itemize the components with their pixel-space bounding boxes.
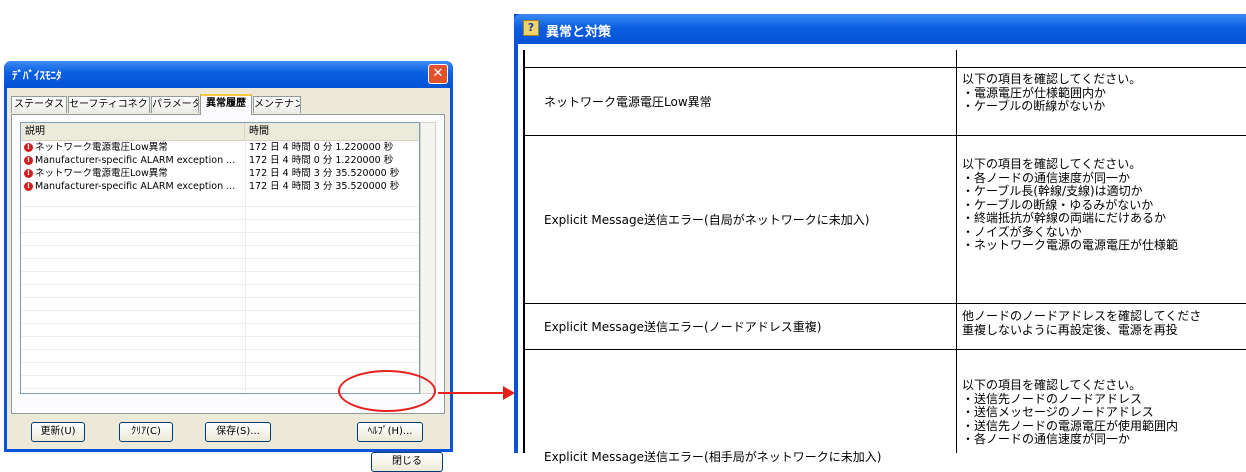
check-line: 他ノードのノードアドレスを確認してくださ bbox=[962, 310, 1202, 323]
error-countermeasure-table: ネットワーク電源電圧Low異常 以下の項目を確認してください。 ・電源電圧が仕様… bbox=[523, 50, 1246, 464]
tab-error-history[interactable]: 異常履歴 bbox=[200, 94, 252, 115]
check-line: ・終端抵抗が幹線の両端にだけあるか bbox=[962, 211, 1167, 225]
check-line: ・各ノードの通信速度が同一か bbox=[962, 432, 1131, 446]
error-history-list[interactable]: 説明 時間 ! ネットワーク電源電圧Low異常 172 日 4 時間 0 分 1.… bbox=[20, 122, 420, 394]
help-titlebar[interactable]: ? 異常と対策 bbox=[514, 14, 1246, 44]
check-cell: 以下の項目を確認してください。 ・電源電圧が仕様範囲内か ・ケーブルの断線がない… bbox=[962, 73, 1232, 114]
column-header-time[interactable]: 時間 bbox=[245, 123, 419, 140]
cause-cell: Explicit Message送信エラー(相手局がネットワークに未加入) bbox=[544, 450, 882, 464]
vertical-scrollbar[interactable] bbox=[420, 122, 436, 394]
error-icon: ! bbox=[24, 182, 33, 191]
row-time: 172 日 4 時間 0 分 1.220000 秒 bbox=[249, 142, 394, 153]
check-line: 以下の項目を確認してください。 bbox=[962, 158, 1142, 171]
cause-cell: Explicit Message送信エラー(自局がネットワークに未加入) bbox=[544, 213, 870, 227]
error-history-panel: 説明 時間 ! ネットワーク電源電圧Low異常 172 日 4 時間 0 分 1.… bbox=[11, 114, 445, 414]
check-line: ・送信先ノードの電源電圧が使用範囲内 bbox=[962, 418, 1179, 433]
check-line: 重複しないように再設定後、電源を再投 bbox=[962, 322, 1178, 337]
arrow-line bbox=[438, 392, 504, 394]
check-cell: 以下の項目を確認してください。 ・各ノードの通信速度が同一か ・ケーブル長(幹線… bbox=[962, 158, 1232, 253]
list-header: 説明 時間 bbox=[21, 123, 419, 141]
help-title: 異常と対策 bbox=[546, 25, 612, 40]
check-line: ・ネットワーク電源の電源電圧が仕様範 bbox=[962, 238, 1179, 252]
error-icon: ! bbox=[24, 169, 33, 178]
row-description: ネットワーク電源電圧Low異常 bbox=[35, 142, 168, 153]
tab-status[interactable]: ステータス bbox=[11, 96, 67, 113]
row-time: 172 日 4 時間 0 分 1.220000 秒 bbox=[249, 155, 394, 166]
close-button[interactable]: 閉じる bbox=[371, 452, 443, 472]
highlight-circle bbox=[338, 370, 436, 412]
check-line: ・ノイズが多くないか bbox=[962, 224, 1082, 239]
tab-safety-connection[interactable]: セーフティコネクション bbox=[68, 96, 150, 113]
check-cell: 以下の項目を確認してください。 ・送信先ノードのノードアドレス ・送信メッセージ… bbox=[962, 379, 1232, 447]
check-line: ・送信先ノードのノードアドレス bbox=[962, 391, 1143, 406]
row-description: ネットワーク電源電圧Low異常 bbox=[35, 168, 168, 179]
check-line: ・電源電圧が仕様範囲内か bbox=[962, 85, 1107, 100]
save-button[interactable]: 保存(S)... bbox=[205, 422, 271, 442]
check-line: 以下の項目を確認してください。 bbox=[962, 379, 1142, 392]
tab-maintenance[interactable]: メンテナンス bbox=[253, 96, 301, 113]
row-time: 172 日 4 時間 3 分 35.520000 秒 bbox=[249, 168, 400, 179]
dialog-title: ﾃﾞﾊﾞｲｽﾓﾆﾀ bbox=[12, 69, 62, 82]
help-window: ? 異常と対策 ネットワーク電源電圧Low異常 以下の項目を確認してください。 … bbox=[514, 14, 1246, 464]
check-line: ・ケーブルの断線がないか bbox=[962, 99, 1106, 113]
row-description: Manufacturer-specific ALARM exception ..… bbox=[35, 181, 236, 192]
check-line: ・ケーブル長(幹線/支線)は適切か bbox=[962, 184, 1143, 198]
cause-cell: Explicit Message送信エラー(ノードアドレス重複) bbox=[544, 320, 822, 334]
check-line: 以下の項目を確認してください。 bbox=[962, 73, 1142, 86]
help-button[interactable]: ﾍﾙﾌﾟ(H)... bbox=[357, 422, 423, 442]
cause-cell: ネットワーク電源電圧Low異常 bbox=[544, 95, 712, 109]
table-row[interactable]: ! ネットワーク電源電圧Low異常 172 日 4 時間 3 分 35.52000… bbox=[21, 167, 419, 180]
tab-parameter[interactable]: パラメータ bbox=[151, 96, 199, 113]
close-icon[interactable]: ✕ bbox=[428, 64, 448, 84]
error-icon: ! bbox=[24, 156, 33, 165]
row-time: 172 日 4 時間 3 分 35.520000 秒 bbox=[249, 181, 400, 192]
check-line: ・各ノードの通信速度が同一か bbox=[962, 170, 1131, 185]
check-line: ・送信メッセージのノードアドレス bbox=[962, 405, 1154, 419]
table-row[interactable]: ! ネットワーク電源電圧Low異常 172 日 4 時間 0 分 1.220000… bbox=[21, 141, 419, 154]
dialog-titlebar[interactable]: ﾃﾞﾊﾞｲｽﾓﾆﾀ ✕ bbox=[4, 61, 453, 88]
table-row[interactable]: ! Manufacturer-specific ALARM exception .… bbox=[21, 154, 419, 167]
column-header-description[interactable]: 説明 bbox=[21, 123, 245, 140]
table-row[interactable]: ! Manufacturer-specific ALARM exception .… bbox=[21, 180, 419, 193]
refresh-button[interactable]: 更新(U) bbox=[31, 422, 85, 442]
help-book-icon: ? bbox=[523, 20, 539, 36]
clear-button[interactable]: ｸﾘｱ(C) bbox=[119, 422, 173, 442]
check-cell: 他ノードのノードアドレスを確認してくださ 重複しないように再設定後、電源を再投 bbox=[962, 310, 1232, 337]
error-icon: ! bbox=[24, 143, 33, 152]
row-description: Manufacturer-specific ALARM exception ..… bbox=[35, 155, 236, 166]
help-body: ネットワーク電源電圧Low異常 以下の項目を確認してください。 ・電源電圧が仕様… bbox=[518, 44, 1246, 464]
check-line: ・ケーブルの断線・ゆるみがないか bbox=[962, 197, 1154, 212]
